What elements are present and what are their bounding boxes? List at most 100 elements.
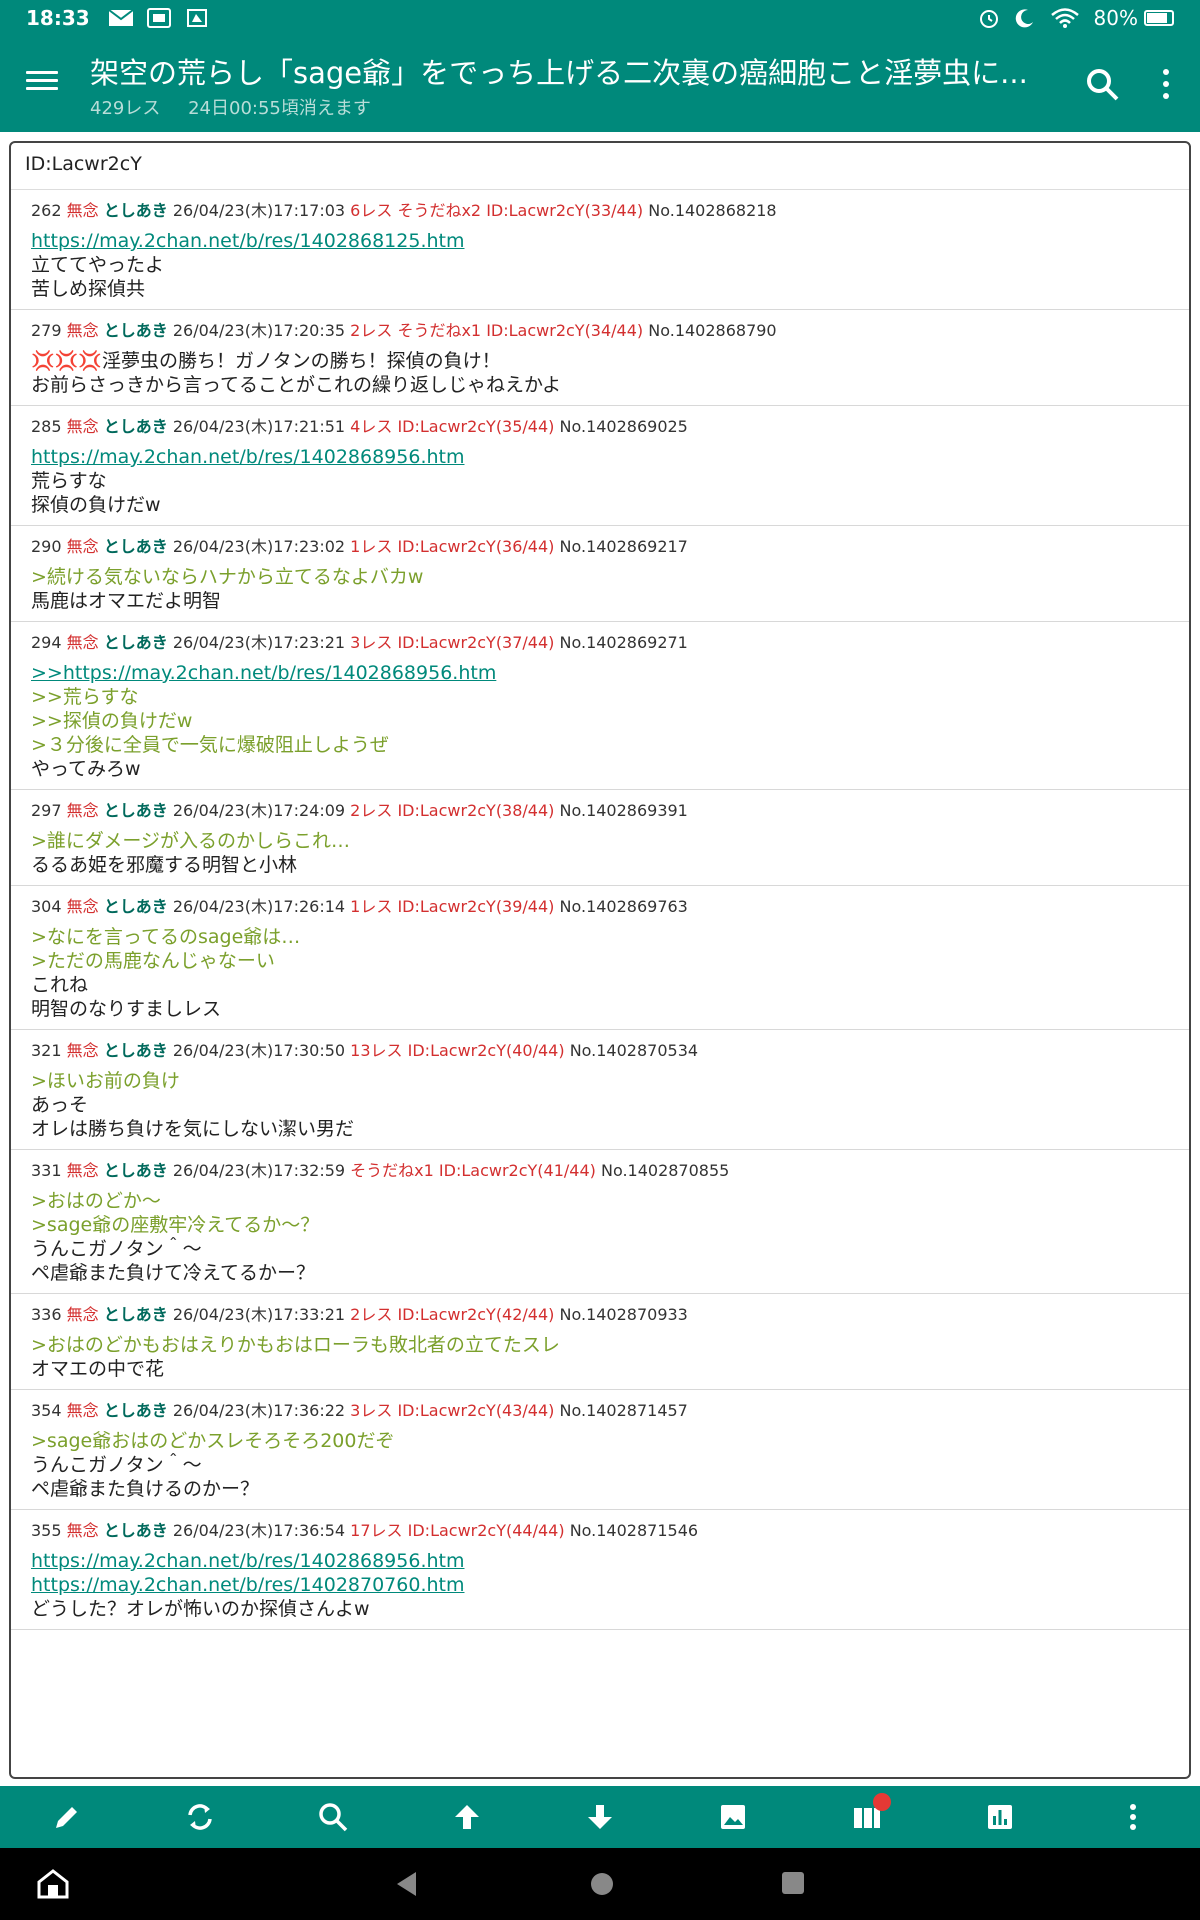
post-reply-count[interactable]: 2レス: [350, 1305, 392, 1324]
post-subject: 無念: [66, 417, 99, 436]
arrow-up-icon[interactable]: [447, 1797, 487, 1837]
recents-icon[interactable]: [780, 1870, 806, 1896]
post-item[interactable]: 297 無念 としあき 26/04/23(木)17:24:09 2レス ID:L…: [11, 790, 1189, 886]
post-link[interactable]: https://may.2chan.net/b/res/1402868956.h…: [31, 1549, 1167, 1573]
post-item[interactable]: 285 無念 としあき 26/04/23(木)17:21:51 4レス ID:L…: [11, 406, 1189, 526]
post-link[interactable]: https://may.2chan.net/b/res/1402868125.h…: [31, 229, 1167, 253]
status-time: 18:33: [26, 6, 90, 30]
post-no[interactable]: No.1402869025: [560, 417, 688, 436]
post-author: としあき: [103, 1521, 168, 1540]
post-no[interactable]: No.1402871457: [560, 1401, 688, 1420]
post-link[interactable]: https://may.2chan.net/b/res/1402868956.h…: [31, 445, 1167, 469]
refresh-icon[interactable]: [180, 1797, 220, 1837]
post-subject: 無念: [66, 321, 99, 340]
post-reply-count[interactable]: 3レス: [350, 633, 392, 652]
back-icon[interactable]: [394, 1870, 420, 1898]
post-reply-count[interactable]: 1レス: [350, 897, 392, 916]
chart-icon[interactable]: [980, 1797, 1020, 1837]
post-item[interactable]: 321 無念 としあき 26/04/23(木)17:30:50 13レス ID:…: [11, 1030, 1189, 1150]
post-no[interactable]: No.1402870933: [560, 1305, 688, 1324]
post-link[interactable]: >>https://may.2chan.net/b/res/1402868956…: [31, 661, 1167, 685]
post-subject: 無念: [66, 1161, 99, 1180]
post-reply-count[interactable]: 3レス: [350, 1401, 392, 1420]
more-vert-icon[interactable]: [1158, 66, 1174, 102]
post-body: >続ける気ないならハナから立てるなよバカw 馬鹿はオマエだよ明智: [31, 565, 1167, 613]
arrow-down-icon[interactable]: [580, 1797, 620, 1837]
post-reply-count[interactable]: 4レス: [350, 417, 392, 436]
post-no[interactable]: No.1402871546: [570, 1521, 698, 1540]
post-no[interactable]: No.1402870855: [601, 1161, 729, 1180]
post-meta: 304 無念 としあき 26/04/23(木)17:26:14 1レス ID:L…: [31, 896, 1167, 918]
id-posts-popup[interactable]: ID:Lacwr2cY 262 無念 としあき 26/04/23(木)17:17…: [9, 141, 1191, 1779]
post-item[interactable]: 290 無念 としあき 26/04/23(木)17:23:02 1レス ID:L…: [11, 526, 1189, 622]
post-meta: 297 無念 としあき 26/04/23(木)17:24:09 2レス ID:L…: [31, 800, 1167, 822]
post-quote: >３分後に全員で一気に爆破阻止しようぜ: [31, 734, 389, 756]
post-date: 26/04/23(木)17:17:03: [172, 201, 346, 220]
post-item[interactable]: 304 無念 としあき 26/04/23(木)17:26:14 1レス ID:L…: [11, 886, 1189, 1030]
post-link[interactable]: https://may.2chan.net/b/res/1402870760.h…: [31, 1573, 1167, 1597]
pencil-icon[interactable]: [47, 1797, 87, 1837]
post-id[interactable]: ID:Lacwr2cY(35/44): [397, 417, 554, 436]
post-id[interactable]: ID:Lacwr2cY(41/44): [439, 1161, 596, 1180]
post-meta: 355 無念 としあき 26/04/23(木)17:36:54 17レス ID:…: [31, 1520, 1167, 1542]
post-no[interactable]: No.1402869217: [560, 537, 688, 556]
menu-icon[interactable]: [26, 66, 58, 98]
image-icon[interactable]: [713, 1797, 753, 1837]
app-notification-icon: [186, 9, 207, 27]
post-id[interactable]: ID:Lacwr2cY(33/44): [486, 201, 643, 220]
post-author: としあき: [103, 1401, 168, 1420]
post-text: 探偵の負けだw: [31, 494, 161, 516]
post-item[interactable]: 294 無念 としあき 26/04/23(木)17:23:21 3レス ID:L…: [11, 622, 1189, 790]
post-quote: >>荒らすな: [31, 686, 139, 708]
home-app-icon[interactable]: [36, 1868, 70, 1900]
post-soudane[interactable]: そうだねx1: [397, 321, 481, 340]
post-text: るるあ姫を邪魔する明智と小林: [31, 854, 298, 876]
post-reply-count[interactable]: 2レス: [350, 801, 392, 820]
post-text: あっそ: [31, 1094, 89, 1116]
post-item[interactable]: 336 無念 としあき 26/04/23(木)17:33:21 2レス ID:L…: [11, 1294, 1189, 1390]
post-no[interactable]: No.1402869271: [560, 633, 688, 652]
more-vert-icon[interactable]: [1113, 1797, 1153, 1837]
post-no[interactable]: No.1402870534: [570, 1041, 698, 1060]
post-reply-count[interactable]: 1レス: [350, 537, 392, 556]
catalog-icon[interactable]: [847, 1793, 891, 1837]
post-body: >おはのどか〜 >sage爺の座敷牢冷えてるか〜？ うんこガノタン＾〜 ペ虐爺また負け…: [31, 1189, 1167, 1285]
post-soudane[interactable]: そうだねx1: [350, 1161, 434, 1180]
battery-indicator: 80%: [1094, 6, 1174, 30]
post-reply-count[interactable]: 13レス: [350, 1041, 402, 1060]
post-item[interactable]: 279 無念 としあき 26/04/23(木)17:20:35 2レス そうだね…: [11, 310, 1189, 406]
post-id[interactable]: ID:Lacwr2cY(36/44): [397, 537, 554, 556]
post-item[interactable]: 331 無念 としあき 26/04/23(木)17:32:59 そうだねx1 I…: [11, 1150, 1189, 1294]
post-item[interactable]: 355 無念 としあき 26/04/23(木)17:36:54 17レス ID:…: [11, 1510, 1189, 1630]
notification-badge: [872, 1793, 891, 1811]
post-item[interactable]: 262 無念 としあき 26/04/23(木)17:17:03 6レス そうだね…: [11, 190, 1189, 310]
post-quote: >sage爺おはのどかスレそろそろ200だぞ: [31, 1430, 395, 1452]
search-icon[interactable]: [313, 1797, 353, 1837]
post-reply-count[interactable]: 2レス: [350, 321, 392, 340]
home-icon[interactable]: [588, 1870, 616, 1898]
post-text: オレは勝ち負けを気にしない潔い男だ: [31, 1118, 355, 1140]
post-id[interactable]: ID:Lacwr2cY(43/44): [397, 1401, 554, 1420]
search-icon[interactable]: [1084, 66, 1120, 102]
post-no[interactable]: No.1402869391: [560, 801, 688, 820]
post-id[interactable]: ID:Lacwr2cY(39/44): [397, 897, 554, 916]
post-id[interactable]: ID:Lacwr2cY(37/44): [397, 633, 554, 652]
post-id[interactable]: ID:Lacwr2cY(40/44): [408, 1041, 565, 1060]
post-reply-count[interactable]: 17レス: [350, 1521, 402, 1540]
post-id[interactable]: ID:Lacwr2cY(38/44): [397, 801, 554, 820]
post-subject: 無念: [66, 1401, 99, 1420]
post-no[interactable]: No.1402869763: [560, 897, 688, 916]
post-date: 26/04/23(木)17:30:50: [172, 1041, 346, 1060]
post-soudane[interactable]: そうだねx2: [397, 201, 481, 220]
post-item[interactable]: 354 無念 としあき 26/04/23(木)17:36:22 3レス ID:L…: [11, 1390, 1189, 1510]
post-id[interactable]: ID:Lacwr2cY(44/44): [408, 1521, 565, 1540]
post-id[interactable]: ID:Lacwr2cY(42/44): [397, 1305, 554, 1324]
post-no[interactable]: No.1402868790: [648, 321, 776, 340]
post-body: >おはのどかもおはえりかもおはローラも敗北者の立てたスレ オマエの中で花: [31, 1333, 1167, 1381]
post-id[interactable]: ID:Lacwr2cY(34/44): [486, 321, 643, 340]
battery-percent: 80%: [1093, 6, 1138, 30]
post-no[interactable]: No.1402868218: [648, 201, 776, 220]
post-meta: 262 無念 としあき 26/04/23(木)17:17:03 6レス そうだね…: [31, 200, 1167, 222]
post-quote: >おはのどか〜: [31, 1190, 161, 1212]
post-reply-count[interactable]: 6レス: [350, 201, 392, 220]
